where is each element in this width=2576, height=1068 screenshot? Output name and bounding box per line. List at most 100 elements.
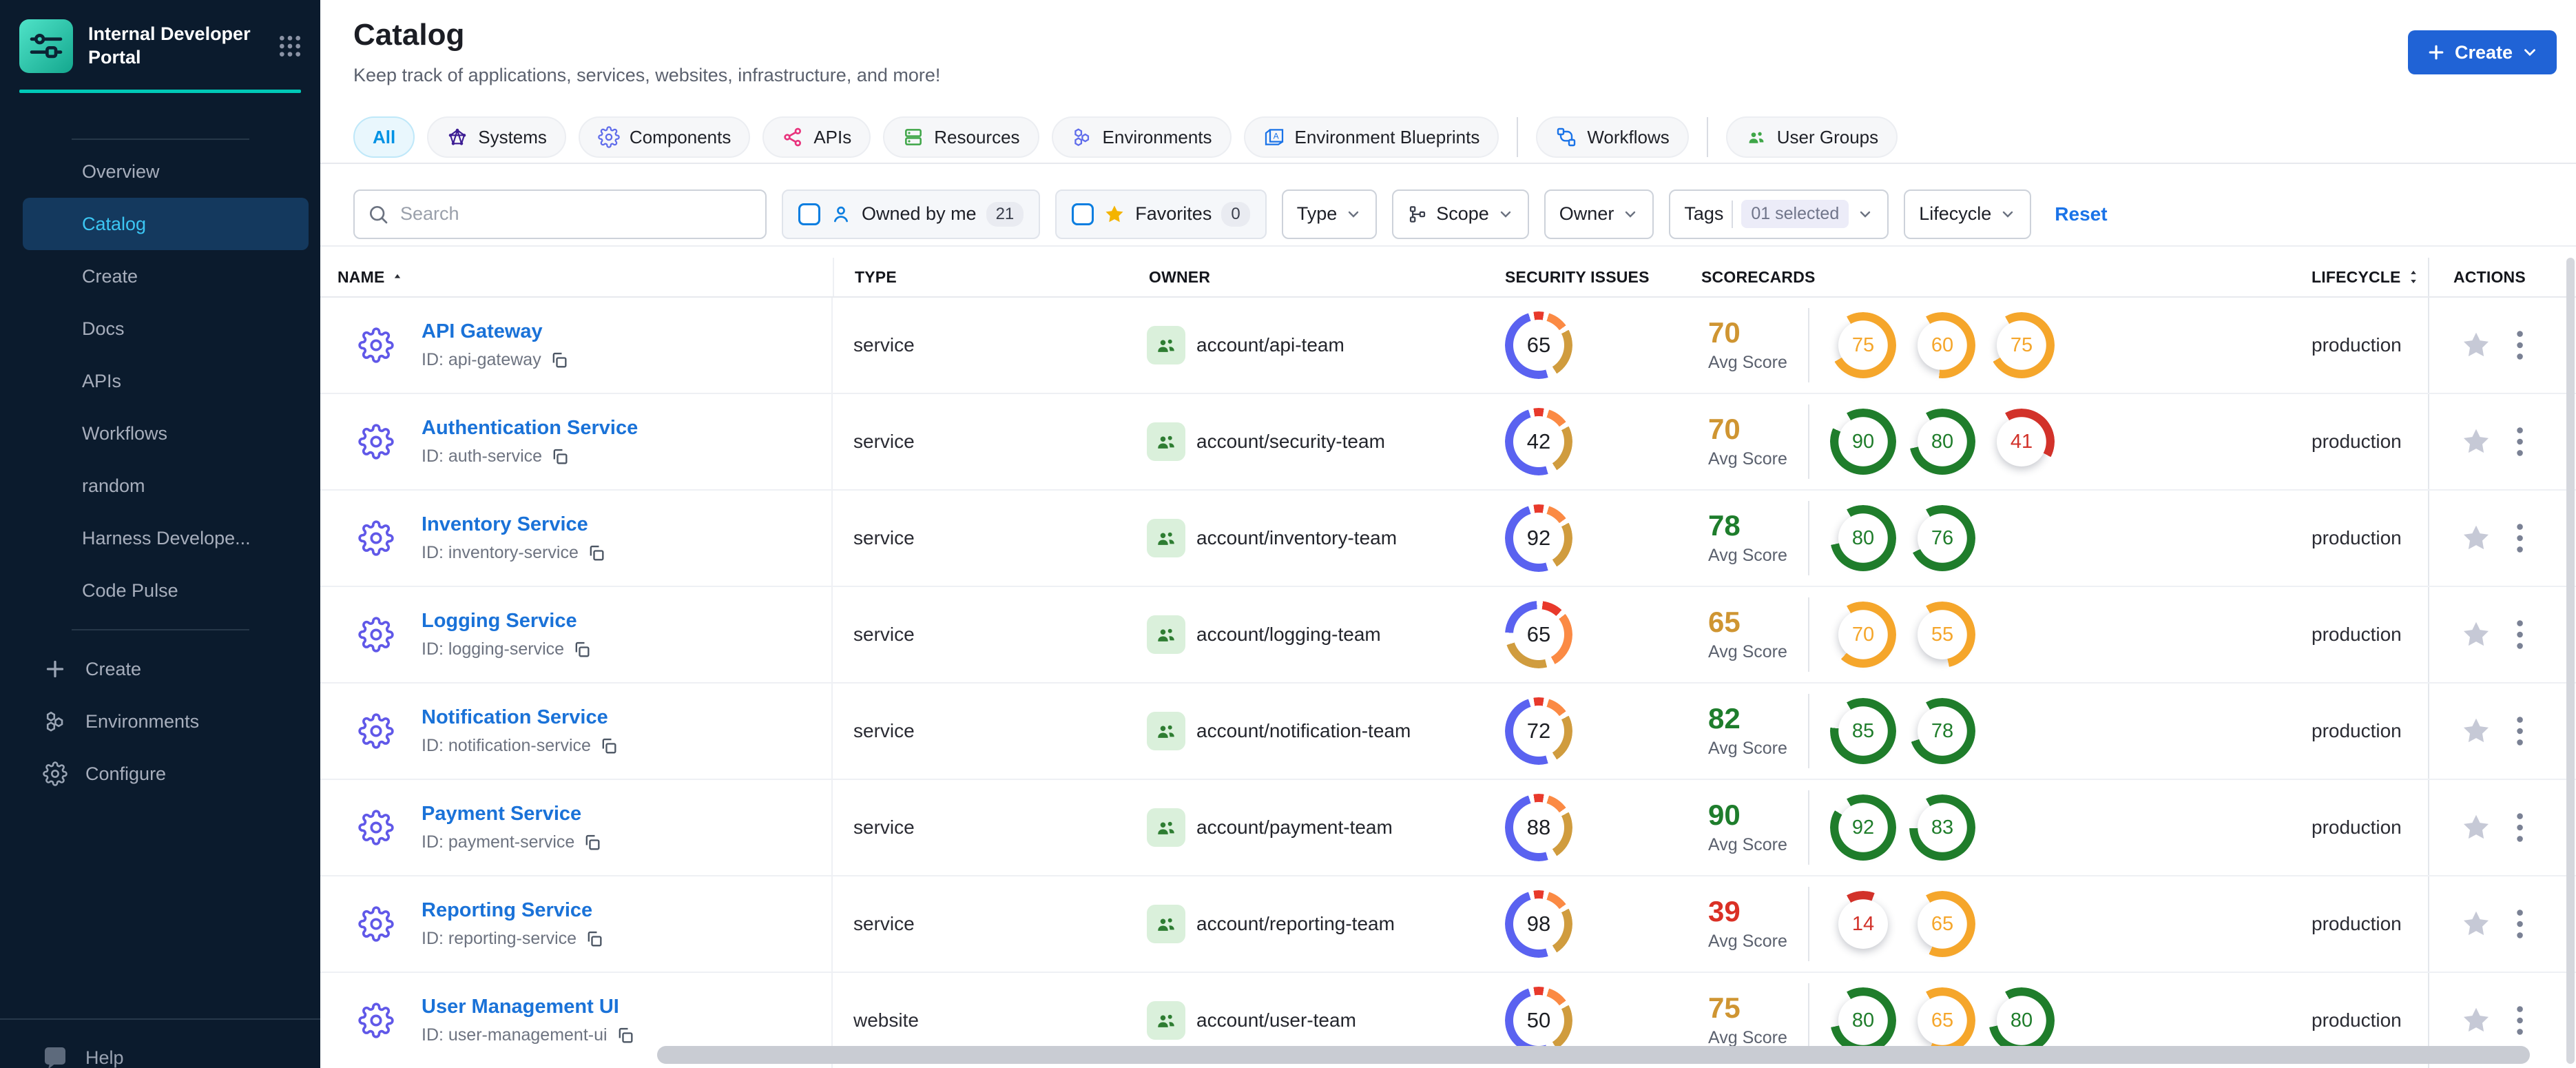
- kebab-menu-icon[interactable]: [2515, 908, 2525, 940]
- tab-all[interactable]: All: [353, 116, 415, 158]
- component-gear-icon: [358, 1003, 394, 1038]
- entity-name-link[interactable]: User Management UI: [422, 996, 635, 1018]
- sidebar-item-harness-develope-[interactable]: Harness Develope...: [23, 512, 309, 564]
- entity-name-link[interactable]: Inventory Service: [422, 513, 606, 536]
- copy-icon[interactable]: [585, 930, 604, 949]
- copy-icon[interactable]: [572, 640, 592, 659]
- copy-icon[interactable]: [550, 351, 569, 370]
- lifecycle-value: production: [2312, 527, 2402, 548]
- owned-by-me-checkbox[interactable]: [798, 203, 820, 225]
- sidebar-item-code-pulse[interactable]: Code Pulse: [23, 564, 309, 617]
- horizontal-scrollbar[interactable]: [657, 1046, 2530, 1064]
- kebab-menu-icon[interactable]: [2515, 1005, 2525, 1036]
- create-button[interactable]: Create: [2407, 30, 2557, 74]
- filter-dropdown-tags[interactable]: Tags 01 selected: [1669, 189, 1889, 239]
- tab-label: Environment Blueprints: [1294, 126, 1480, 147]
- favorite-star-icon[interactable]: [2460, 619, 2492, 650]
- column-header[interactable]: SECURITY ISSUES: [1505, 268, 1650, 287]
- sidebar-bottom-item-configure[interactable]: Configure: [23, 748, 309, 800]
- kebab-menu-icon[interactable]: [2515, 715, 2525, 747]
- search-input[interactable]: [353, 189, 767, 239]
- tab-environments[interactable]: Environments: [1051, 116, 1232, 158]
- kebab-menu-icon[interactable]: [2515, 426, 2525, 458]
- vertical-scrollbar[interactable]: [2566, 258, 2575, 1064]
- avg-score-label: Avg Score: [1708, 834, 1787, 854]
- tab-label: Components: [629, 126, 731, 147]
- tab-workflows[interactable]: Workflows: [1536, 116, 1689, 158]
- entity-name-link[interactable]: Authentication Service: [422, 417, 638, 440]
- security-issues-value: 50: [1526, 1008, 1551, 1032]
- column-header[interactable]: OWNER: [1149, 268, 1210, 287]
- team-icon: [1147, 712, 1185, 750]
- column-header[interactable]: ACTIONS: [2453, 268, 2526, 287]
- entity-name-link[interactable]: Notification Service: [422, 706, 619, 729]
- favorite-star-icon[interactable]: [2460, 1005, 2492, 1036]
- column-header[interactable]: LIFECYCLE: [2312, 268, 2401, 287]
- scorecard-gauge: 80: [1909, 409, 1975, 475]
- owner-link[interactable]: account/reporting-team: [1196, 913, 1395, 935]
- favorite-star-icon[interactable]: [2460, 908, 2492, 940]
- sidebar-item-help[interactable]: Help: [0, 1020, 320, 1068]
- sidebar-nav-item-label: Harness Develope...: [82, 527, 251, 548]
- filter-dropdown-owner[interactable]: Owner: [1544, 189, 1654, 239]
- page-subtitle: Keep track of applications, services, we…: [353, 65, 941, 85]
- tab-apis[interactable]: APIs: [762, 116, 871, 158]
- entity-name-link[interactable]: API Gateway: [422, 320, 569, 343]
- owner-link[interactable]: account/notification-team: [1196, 720, 1411, 742]
- favorite-star-icon[interactable]: [2460, 812, 2492, 843]
- column-header[interactable]: SCORECARDS: [1701, 268, 1816, 287]
- column-header[interactable]: TYPE: [855, 268, 897, 287]
- entity-id: ID: logging-service: [422, 639, 565, 659]
- tab-user-groups[interactable]: User Groups: [1725, 116, 1898, 158]
- kebab-menu-icon[interactable]: [2515, 522, 2525, 554]
- scorecard-value: 78: [1931, 719, 1954, 742]
- module-grid-icon[interactable]: [276, 32, 304, 60]
- favorites-checkbox[interactable]: [1072, 203, 1094, 225]
- owned-by-me-filter[interactable]: Owned by me 21: [782, 189, 1041, 239]
- sidebar-item-workflows[interactable]: Workflows: [23, 407, 309, 460]
- copy-icon[interactable]: [587, 544, 606, 563]
- owner-link[interactable]: account/inventory-team: [1196, 527, 1397, 549]
- sidebar-item-overview[interactable]: Overview: [23, 145, 309, 198]
- entity-name-link[interactable]: Payment Service: [422, 803, 602, 825]
- filter-dropdown-lifecycle[interactable]: Lifecycle: [1904, 189, 2032, 239]
- favorite-star-icon[interactable]: [2460, 522, 2492, 554]
- kebab-menu-icon[interactable]: [2515, 619, 2525, 650]
- filter-dropdown-scope[interactable]: Scope: [1392, 189, 1529, 239]
- scorecard-gauge: 78: [1909, 698, 1975, 764]
- favorite-star-icon[interactable]: [2460, 715, 2492, 747]
- security-issues-value: 65: [1526, 622, 1551, 646]
- entity-name-link[interactable]: Reporting Service: [422, 899, 604, 922]
- entity-name-link[interactable]: Logging Service: [422, 610, 592, 633]
- sidebar-item-random[interactable]: random: [23, 460, 309, 512]
- favorites-filter[interactable]: Favorites 0: [1055, 189, 1267, 239]
- sidebar-bottom-item-environments[interactable]: Environments: [23, 695, 309, 748]
- copy-icon[interactable]: [599, 737, 619, 756]
- sidebar-item-apis[interactable]: APIs: [23, 355, 309, 407]
- chevron-down-icon: [1345, 206, 1362, 223]
- copy-icon[interactable]: [550, 447, 570, 466]
- sidebar-item-catalog[interactable]: Catalog: [23, 198, 309, 250]
- sidebar-bottom-item-create[interactable]: Create: [23, 643, 309, 695]
- tab-environment-blueprints[interactable]: A Environment Blueprints: [1243, 116, 1499, 158]
- owner-link[interactable]: account/user-team: [1196, 1009, 1356, 1031]
- sidebar-item-create[interactable]: Create: [23, 250, 309, 302]
- column-header[interactable]: NAME: [337, 268, 385, 287]
- owner-link[interactable]: account/payment-team: [1196, 817, 1393, 839]
- reset-filters-link[interactable]: Reset: [2055, 203, 2107, 225]
- copy-icon[interactable]: [583, 833, 602, 852]
- team-icon: [1147, 905, 1185, 943]
- tab-resources[interactable]: Resources: [883, 116, 1039, 158]
- favorite-star-icon[interactable]: [2460, 426, 2492, 458]
- owner-link[interactable]: account/logging-team: [1196, 624, 1381, 646]
- owner-link[interactable]: account/api-team: [1196, 334, 1344, 356]
- tab-systems[interactable]: Systems: [427, 116, 566, 158]
- kebab-menu-icon[interactable]: [2515, 812, 2525, 843]
- tab-components[interactable]: Components: [578, 116, 751, 158]
- owner-link[interactable]: account/security-team: [1196, 431, 1385, 453]
- filter-dropdown-type[interactable]: Type: [1281, 189, 1378, 239]
- kebab-menu-icon[interactable]: [2515, 329, 2525, 361]
- favorite-star-icon[interactable]: [2460, 329, 2492, 361]
- copy-icon[interactable]: [616, 1026, 635, 1045]
- sidebar-item-docs[interactable]: Docs: [23, 302, 309, 355]
